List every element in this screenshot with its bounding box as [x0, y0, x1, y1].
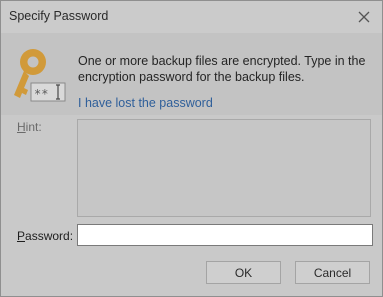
- password-label-text: assword:: [25, 229, 74, 243]
- cancel-button[interactable]: Cancel: [295, 261, 370, 284]
- hint-textbox: [77, 119, 371, 217]
- title-bar: Specify Password: [1, 1, 382, 33]
- password-input[interactable]: [77, 224, 373, 246]
- hint-label-mnemonic: H: [17, 120, 26, 134]
- svg-text:**: **: [34, 87, 48, 101]
- specify-password-dialog: Specify Password ** One or more backup f…: [0, 0, 383, 297]
- ok-button[interactable]: OK: [206, 261, 281, 284]
- hint-label: Hint:: [17, 120, 42, 134]
- window-title: Specify Password: [9, 9, 109, 23]
- key-password-icon: **: [14, 49, 66, 102]
- password-label: Password:: [17, 229, 73, 243]
- hint-label-text: int:: [25, 120, 42, 134]
- encryption-message: One or more backup files are encrypted. …: [78, 54, 366, 84]
- password-label-mnemonic: P: [17, 229, 26, 243]
- dialog-header: ** One or more backup files are encrypte…: [1, 33, 382, 115]
- lost-password-link[interactable]: I have lost the password: [78, 96, 213, 110]
- close-button[interactable]: [352, 5, 376, 29]
- close-icon: [358, 11, 370, 23]
